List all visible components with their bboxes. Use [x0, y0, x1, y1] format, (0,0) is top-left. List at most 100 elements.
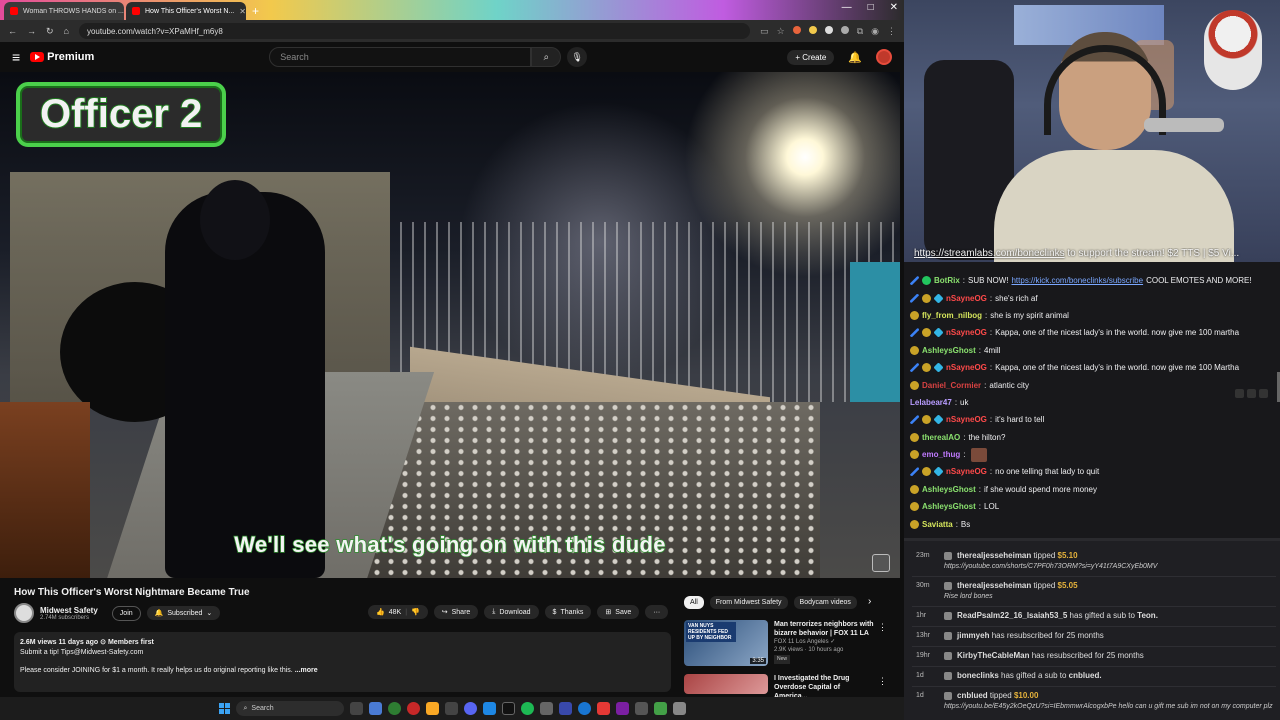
app-icon[interactable] — [444, 702, 458, 715]
chat-username[interactable]: AshleysGhost — [922, 485, 976, 494]
url-field[interactable]: youtube.com/watch?v=XPaMHf_m6y8 — [78, 23, 751, 39]
show-more-link[interactable]: ...more — [295, 667, 318, 674]
app-icon[interactable] — [672, 702, 686, 715]
extensions-puzzle-icon[interactable]: ⧉ — [857, 26, 863, 37]
app-icon[interactable] — [558, 702, 572, 715]
like-button[interactable]: 👍 48K | 👎 — [368, 605, 428, 619]
chat-username[interactable]: emo_thug — [922, 450, 960, 459]
description-box[interactable]: 2.6M views 11 days ago ⊙ Members first S… — [14, 632, 671, 692]
app-icon[interactable] — [368, 702, 382, 715]
share-button[interactable]: ↪ Share — [433, 605, 479, 619]
browser-menu-icon[interactable]: ⋮ — [887, 26, 896, 37]
thanks-button[interactable]: $ Thanks — [544, 605, 592, 619]
chip-bodycam[interactable]: Bodycam videos — [793, 596, 857, 609]
join-button[interactable]: Join — [111, 605, 141, 621]
obs-icon[interactable] — [501, 702, 515, 715]
extension-icon[interactable] — [808, 25, 817, 34]
create-button[interactable]: + Create — [787, 49, 835, 65]
event-username[interactable]: jimmyeh — [957, 631, 989, 640]
task-view-icon[interactable] — [349, 702, 363, 715]
close-window-button[interactable]: ✕ — [890, 2, 898, 13]
cast-icon[interactable]: ▭ — [760, 26, 769, 37]
account-avatar[interactable] — [876, 49, 892, 65]
recommended-video[interactable]: VAN NUYS RESIDENTS FED UP BY NEIGHBOR 3:… — [684, 620, 874, 666]
chat-username[interactable]: Lelabear47 — [910, 398, 952, 407]
minimize-button[interactable]: — — [842, 2, 852, 13]
notifications-bell-icon[interactable]: 🔔 — [848, 51, 862, 64]
subscribed-button[interactable]: 🔔 Subscribed ⌄ — [146, 606, 221, 620]
back-icon[interactable]: ← — [8, 26, 17, 36]
chip-from-channel[interactable]: From Midwest Safety — [709, 596, 788, 609]
app-icon[interactable] — [406, 702, 420, 715]
steam-icon[interactable] — [482, 702, 496, 715]
event-username[interactable]: boneclinks — [957, 671, 999, 680]
event-username[interactable]: cnblued — [957, 691, 988, 700]
recommended-video[interactable]: I Investigated the Drug Overdose Capital… — [684, 674, 874, 697]
event-username[interactable]: therealjesseheiman — [957, 551, 1031, 560]
event-username[interactable]: KirbyTheCableMan — [957, 651, 1029, 660]
chat-username[interactable]: nSayneOG — [946, 363, 987, 372]
chat-username[interactable]: nSayneOG — [946, 467, 987, 476]
rec-title[interactable]: I Investigated the Drug Overdose Capital… — [774, 674, 874, 697]
delete-icon[interactable] — [1259, 389, 1268, 398]
chat-username[interactable]: Saviatta — [922, 520, 953, 529]
chip-all[interactable]: All — [684, 596, 704, 609]
close-tab-icon[interactable]: ✕ — [239, 7, 246, 16]
profile-icon[interactable]: ◉ — [871, 26, 879, 37]
chat-username[interactable]: nSayneOG — [946, 328, 987, 337]
spotify-icon[interactable] — [520, 702, 534, 715]
app-icon[interactable] — [653, 702, 667, 715]
video-player[interactable]: Officer 2 We'll see what's going on with… — [0, 72, 900, 578]
chrome-icon[interactable] — [387, 702, 401, 715]
event-username[interactable]: therealjesseheiman — [957, 581, 1031, 590]
app-icon[interactable] — [577, 702, 591, 715]
extension-icon[interactable] — [792, 25, 801, 34]
chat-username[interactable]: nSayneOG — [946, 415, 987, 424]
home-icon[interactable]: ⌂ — [64, 26, 69, 36]
maximize-button[interactable]: □ — [868, 2, 874, 13]
more-options-icon[interactable]: ⋮ — [878, 676, 887, 687]
app-icon[interactable] — [539, 702, 553, 715]
search-input[interactable]: Search — [269, 47, 532, 67]
channel-avatar[interactable] — [14, 603, 34, 623]
new-tab-button[interactable]: + — [252, 4, 259, 18]
channel-name[interactable]: Midwest Safety — [40, 606, 98, 615]
windows-start-icon[interactable] — [218, 703, 230, 714]
reply-icon[interactable] — [1247, 389, 1256, 398]
discord-icon[interactable] — [463, 702, 477, 715]
video-thumbnail[interactable]: VAN NUYS RESIDENTS FED UP BY NEIGHBOR 3:… — [684, 620, 768, 666]
bookmark-star-icon[interactable]: ☆ — [777, 26, 785, 37]
chat-link[interactable]: https://kick.com/boneclinks/subscribe — [1011, 276, 1143, 285]
video-thumbnail[interactable] — [684, 674, 768, 694]
youtube-premium-logo[interactable]: Premium — [30, 51, 94, 63]
extension-icon[interactable] — [824, 25, 833, 34]
chat-username[interactable]: Daniel_Cormier — [922, 381, 981, 390]
browser-tab[interactable]: Woman THROWS HANDS on ... ✕ — [4, 2, 124, 20]
more-actions-button[interactable]: ··· — [645, 605, 669, 619]
search-button[interactable]: ⌕ — [531, 47, 562, 67]
chat-username[interactable]: BotRix — [934, 276, 960, 285]
gift-recipient[interactable]: Teon. — [1137, 611, 1158, 620]
taskbar-search[interactable]: ⌕ Search — [235, 701, 344, 716]
gift-recipient[interactable]: cnblued. — [1069, 671, 1102, 680]
app-icon[interactable] — [615, 702, 629, 715]
voice-search-button[interactable]: 🎙 — [567, 47, 588, 67]
event-username[interactable]: ReadPsalm22_16_Isaiah53_5 — [957, 611, 1067, 620]
hamburger-menu-icon[interactable]: ≡ — [12, 49, 20, 65]
folder-icon[interactable] — [425, 702, 439, 715]
browser-tab-active[interactable]: How This Officer's Worst N... ✕ — [126, 2, 246, 20]
chat-username[interactable]: therealAO — [922, 433, 960, 442]
rec-title[interactable]: Man terrorizes neighbors with bizarre be… — [774, 620, 874, 638]
chat-username[interactable]: AshleysGhost — [922, 502, 976, 511]
reload-icon[interactable]: ↻ — [46, 26, 54, 37]
extension-icon[interactable] — [840, 25, 849, 34]
chat-username[interactable]: AshleysGhost — [922, 346, 976, 355]
chat-username[interactable]: nSayneOG — [946, 294, 987, 303]
save-button[interactable]: ⊞ Save — [597, 605, 640, 619]
thumbs-down-icon[interactable]: 👎 — [411, 608, 420, 616]
streamlabs-link[interactable]: https://streamlabs.com/boneclinks — [914, 248, 1065, 259]
channel-watermark-icon[interactable] — [872, 554, 890, 572]
forward-icon[interactable]: → — [27, 26, 36, 36]
app-icon[interactable] — [596, 702, 610, 715]
download-button[interactable]: ⤓ Download — [484, 605, 539, 619]
